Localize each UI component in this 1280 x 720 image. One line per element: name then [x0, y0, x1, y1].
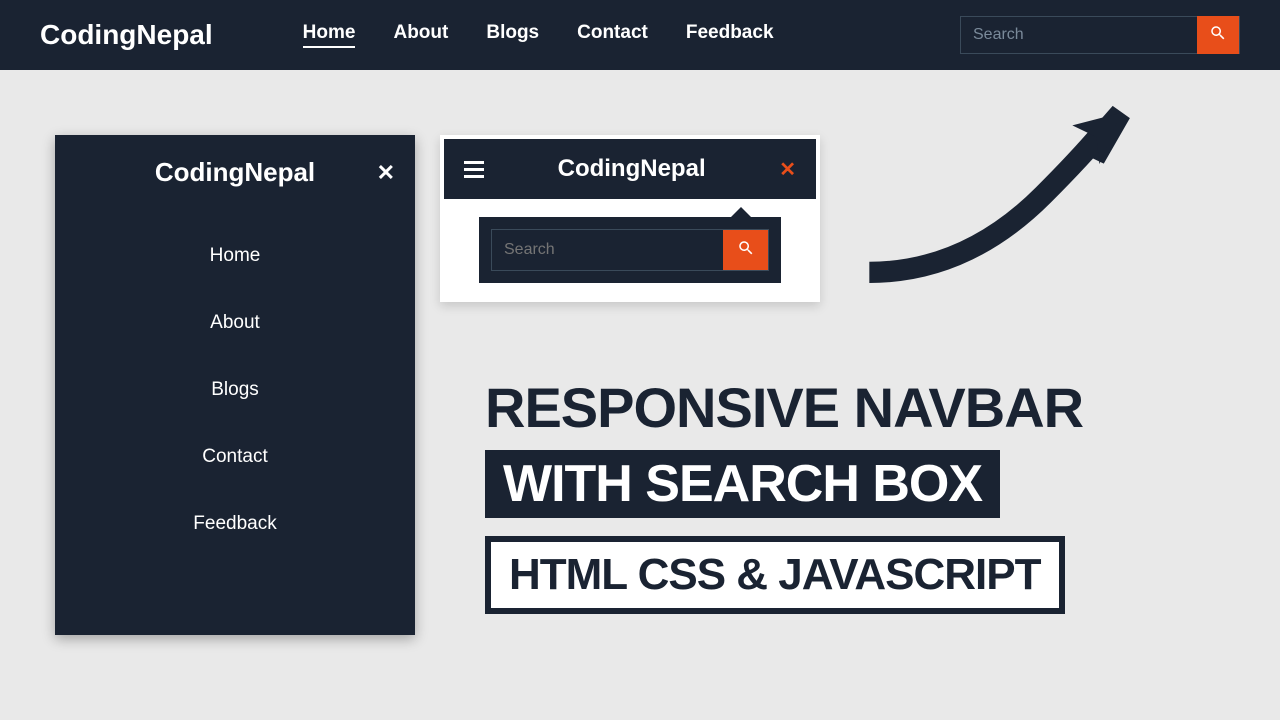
compact-brand-logo[interactable]: CodingNepal [558, 155, 706, 183]
compact-search-container [491, 229, 769, 271]
compact-navbar-panel: CodingNepal ✕ [440, 135, 820, 302]
brand-logo[interactable]: CodingNepal [40, 19, 213, 51]
mobile-brand-logo[interactable]: CodingNepal [155, 157, 315, 188]
mobile-link-contact[interactable]: Contact [202, 446, 267, 468]
arrow-icon [850, 95, 1140, 300]
search-icon [737, 239, 755, 262]
search-dropdown [479, 217, 781, 283]
mobile-nav-links: Home About Blogs Contact Feedback [55, 210, 415, 535]
headline-line1: RESPONSIVE NAVBAR [485, 375, 1083, 440]
close-icon[interactable]: ✕ [377, 160, 395, 186]
hamburger-icon[interactable] [464, 161, 484, 178]
mobile-link-home[interactable]: Home [210, 245, 261, 267]
mobile-header: CodingNepal ✕ [55, 135, 415, 210]
close-icon[interactable]: ✕ [779, 157, 796, 182]
headline-line2: WITH SEARCH BOX [485, 450, 1000, 518]
nav-link-home[interactable]: Home [303, 22, 356, 48]
compact-header: CodingNepal ✕ [444, 139, 816, 199]
search-container [960, 16, 1240, 54]
search-icon [1209, 24, 1227, 47]
nav-link-blogs[interactable]: Blogs [486, 22, 539, 48]
main-navbar: CodingNepal Home About Blogs Contact Fee… [0, 0, 1280, 70]
mobile-link-blogs[interactable]: Blogs [211, 379, 259, 401]
compact-search-button[interactable] [723, 230, 768, 270]
mobile-link-about[interactable]: About [210, 312, 260, 334]
nav-link-contact[interactable]: Contact [577, 22, 648, 48]
compact-search-input[interactable] [492, 230, 723, 270]
nav-link-about[interactable]: About [393, 22, 448, 48]
headline-block: RESPONSIVE NAVBAR WITH SEARCH BOX HTML C… [485, 375, 1083, 614]
search-button[interactable] [1197, 16, 1239, 54]
headline-line3: HTML CSS & JAVASCRIPT [485, 536, 1065, 614]
search-input[interactable] [961, 26, 1197, 44]
mobile-menu-panel: CodingNepal ✕ Home About Blogs Contact F… [55, 135, 415, 635]
nav-links: Home About Blogs Contact Feedback [303, 22, 870, 48]
nav-link-feedback[interactable]: Feedback [686, 22, 774, 48]
mobile-link-feedback[interactable]: Feedback [193, 513, 276, 535]
